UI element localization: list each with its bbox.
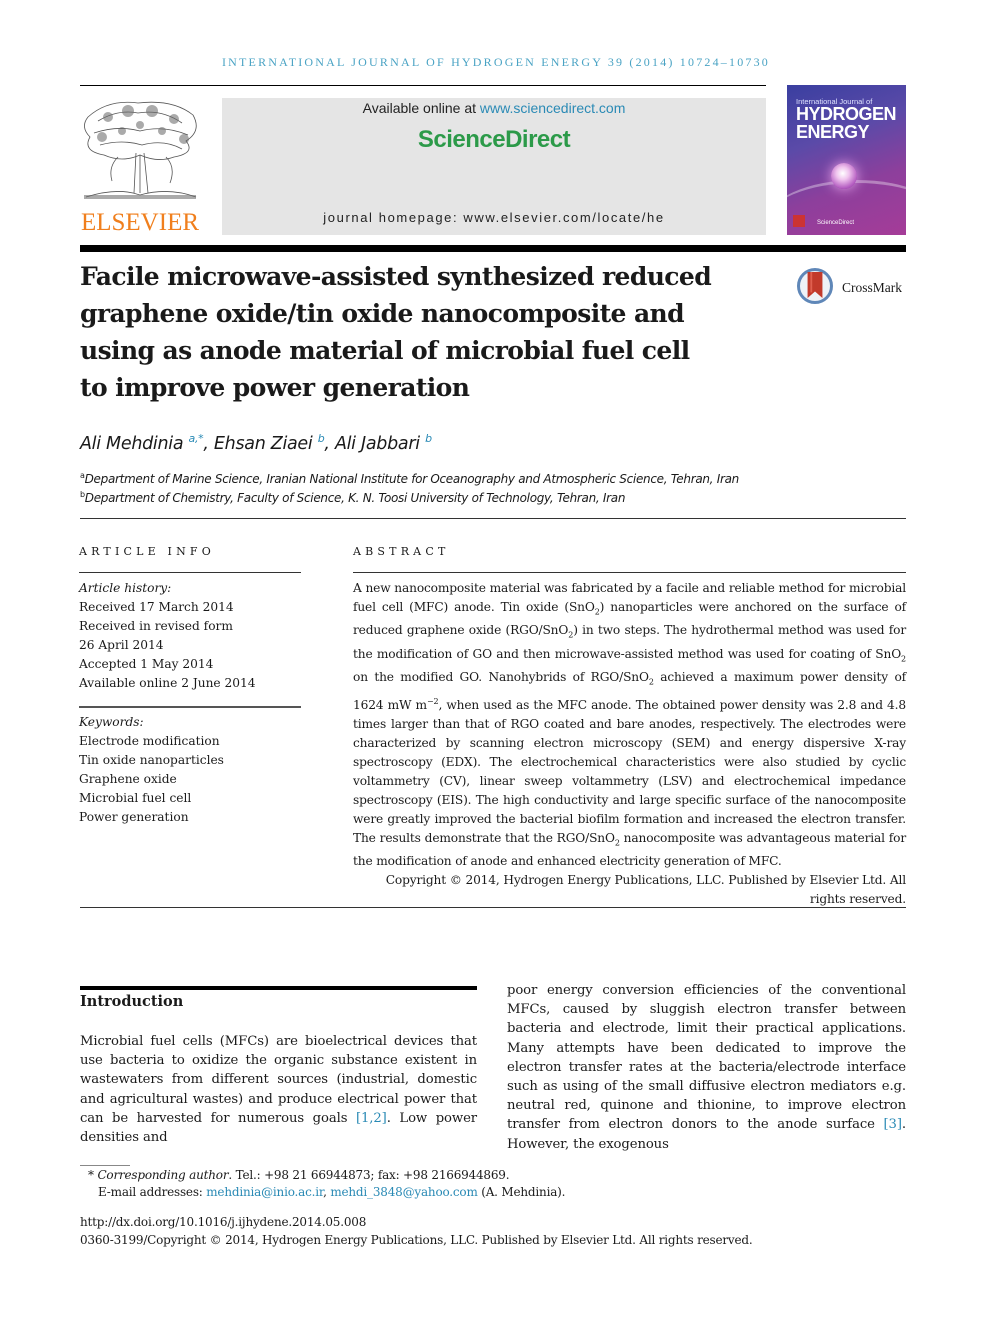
journal-cover-image[interactable]: International Journal of HYDROGEN ENERGY… <box>787 85 906 235</box>
cover-title-line1: HYDROGEN <box>796 104 897 124</box>
abstract-copyright: Copyright © 2014, Hydrogen Energy Public… <box>385 873 906 907</box>
crossmark-ribbon-icon <box>807 272 823 298</box>
sciencedirect-logo[interactable]: ScienceDirect <box>222 126 766 154</box>
email-addresses: E-mail addresses: mehdinia@inio.ac.ir, m… <box>98 1185 565 1199</box>
header-top-rule <box>80 85 766 86</box>
affiliation: aDepartment of Marine Science, Iranian N… <box>80 471 739 486</box>
introduction-right-column: poor energy conversion efficiencies of t… <box>507 981 906 1154</box>
title-line: to improve power generation <box>80 373 470 402</box>
abstract-rule <box>353 572 906 573</box>
author-marks[interactable]: b <box>318 432 325 445</box>
citation-link[interactable]: [1,2] <box>356 1111 387 1126</box>
keywords-rule <box>79 706 301 708</box>
cover-orb-icon <box>831 163 857 189</box>
title-line: graphene oxide/tin oxide nanocomposite a… <box>80 299 685 328</box>
history-item: Available online 2 June 2014 <box>79 676 256 690</box>
corresponding-author-note: * Corresponding author. Tel.: +98 21 669… <box>88 1168 510 1182</box>
title-line: Facile microwave-assisted synthesized re… <box>80 262 712 291</box>
article-info-heading: ARTICLE INFO <box>79 545 215 558</box>
history-item: 26 April 2014 <box>79 638 164 652</box>
citation-link[interactable]: [3] <box>884 1117 902 1132</box>
article-history-label: Article history: <box>79 581 172 595</box>
abstract-heading: ABSTRACT <box>353 545 450 558</box>
author-name[interactable]: Ehsan Ziaei <box>214 434 313 454</box>
affiliation-text: Department of Marine Science, Iranian Na… <box>84 472 740 486</box>
history-item: Received 17 March 2014 <box>79 600 234 614</box>
contact-info: . Tel.: +98 21 66944873; fax: +98 216694… <box>228 1168 510 1182</box>
cover-title: HYDROGEN ENERGY <box>796 104 897 142</box>
author-name[interactable]: Ali Jabbari <box>335 434 420 454</box>
keywords-section: Keywords: Electrode modification Tin oxi… <box>79 713 304 827</box>
abstract-text: on the modified GO. Nanohybrids of RGO/S… <box>353 670 649 685</box>
issn-copyright: 0360-3199/Copyright © 2014, Hydrogen Ene… <box>80 1233 753 1247</box>
elsevier-wordmark: ELSEVIER <box>80 209 200 236</box>
email-label: E-mail addresses: <box>98 1185 207 1199</box>
superscript: −2 <box>426 696 439 706</box>
keyword: Microbial fuel cell <box>79 791 192 805</box>
author-name[interactable]: Ali Mehdinia <box>80 434 184 454</box>
introduction-heading: Introduction <box>80 993 184 1010</box>
affiliation-text: Department of Chemistry, Faculty of Scie… <box>84 491 626 505</box>
email-link[interactable]: mehdi_3848@yahoo.com <box>330 1185 478 1199</box>
history-item: Received in revised form <box>79 619 233 633</box>
author-marks[interactable]: b <box>425 432 432 445</box>
affiliation: bDepartment of Chemistry, Faculty of Sci… <box>80 490 625 505</box>
affiliation-divider <box>80 518 906 519</box>
author-list: Ali Mehdinia a,*, Ehsan Ziaei b, Ali Jab… <box>80 432 432 454</box>
available-online-text: Available online at <box>362 100 480 116</box>
body-text: poor energy conversion efficiencies of t… <box>507 983 906 1133</box>
introduction-left-column: Microbial fuel cells (MFCs) are bioelect… <box>80 1032 477 1147</box>
keywords-label: Keywords: <box>79 715 144 729</box>
crossmark-button[interactable]: CrossMark <box>797 268 907 308</box>
cover-sciencedirect-mark: ScienceDirect <box>817 220 855 226</box>
doi-link[interactable]: http://dx.doi.org/10.1016/j.ijhydene.201… <box>80 1215 366 1229</box>
abstract-body: A new nanocomposite material was fabrica… <box>353 579 906 909</box>
article-history: Article history: Received 17 March 2014 … <box>79 579 304 693</box>
article-info-rule <box>79 572 301 573</box>
keyword: Tin oxide nanoparticles <box>79 753 224 767</box>
email-link[interactable]: mehdinia@inio.ac.ir <box>206 1185 323 1199</box>
author-marks[interactable]: a,* <box>189 432 204 445</box>
corresponding-author-label: Corresponding author <box>97 1168 229 1182</box>
footnote-mark: * <box>88 1168 94 1182</box>
footnote-rule <box>80 1165 130 1166</box>
abstract-bottom-rule <box>80 907 906 908</box>
history-item: Accepted 1 May 2014 <box>79 657 214 671</box>
cover-title-line2: ENERGY <box>796 122 870 142</box>
abstract-paragraph: A new nanocomposite material was fabrica… <box>353 579 906 871</box>
title-line: using as anode material of microbial fue… <box>80 336 690 365</box>
running-header: INTERNATIONAL JOURNAL OF HYDROGEN ENERGY… <box>221 55 771 69</box>
article-title: Facile microwave-assisted synthesized re… <box>80 258 760 406</box>
header-thick-rule <box>80 245 906 252</box>
cover-publisher-icon <box>793 215 805 227</box>
sciencedirect-banner: Available online at www.sciencedirect.co… <box>222 98 766 235</box>
subscript: 2 <box>901 654 906 664</box>
keyword: Graphene oxide <box>79 772 177 786</box>
keyword: Electrode modification <box>79 734 220 748</box>
introduction-rule <box>80 986 477 990</box>
elsevier-logo[interactable]: ELSEVIER <box>78 97 202 237</box>
available-online-line: Available online at www.sciencedirect.co… <box>222 100 766 116</box>
crossmark-label: CrossMark <box>842 280 902 295</box>
elsevier-tree-icon <box>84 101 197 199</box>
sciencedirect-link[interactable]: www.sciencedirect.com <box>480 100 626 116</box>
journal-homepage-link[interactable]: journal homepage: www.elsevier.com/locat… <box>222 210 766 225</box>
abstract-text: , when used as the MFC anode. The obtain… <box>353 697 906 845</box>
keyword: Power generation <box>79 810 189 824</box>
email-owner: (A. Mehdinia). <box>477 1185 566 1199</box>
